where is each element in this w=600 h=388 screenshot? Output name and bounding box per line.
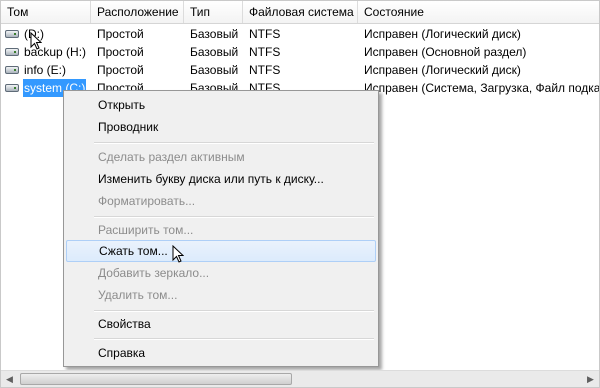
volume-cell: backup (H:) (1, 43, 91, 61)
menu-separator (94, 216, 374, 218)
menu-item-help[interactable]: Справка (66, 342, 376, 364)
volume-location: Простой (97, 45, 144, 59)
menu-item-format[interactable]: Форматировать... (66, 190, 376, 212)
volume-status: Исправен (Логический диск) (364, 63, 521, 77)
menu-separator (94, 310, 374, 312)
disk-management-window: Том Расположение Тип Файловая система Со… (0, 0, 600, 388)
column-header-volume[interactable]: Том (1, 1, 91, 23)
volume-row[interactable]: (D:) Простой Базовый NTFS Исправен (Логи… (1, 25, 599, 43)
volume-list-header: Том Расположение Тип Файловая система Со… (1, 1, 599, 24)
volume-type: Базовый (190, 45, 239, 59)
menu-item-extend-volume[interactable]: Расширить том... (66, 219, 376, 241)
menu-item-change-drive-letter[interactable]: Изменить букву диска или путь к диску... (66, 168, 376, 190)
volume-status: Исправен (Логический диск) (364, 27, 521, 41)
menu-item-explorer[interactable]: Проводник (66, 116, 376, 138)
context-menu: Открыть Проводник Сделать раздел активны… (63, 90, 379, 367)
volume-filesystem: NTFS (249, 63, 281, 77)
menu-item-properties[interactable]: Свойства (66, 313, 376, 335)
disk-icon (5, 84, 19, 92)
volume-cell: info (E:) (1, 61, 91, 79)
volume-type: Базовый (190, 27, 239, 41)
volume-type: Базовый (190, 63, 239, 77)
volume-cell: (D:) (1, 25, 91, 43)
volume-location: Простой (97, 27, 144, 41)
column-header-status[interactable]: Состояние (358, 1, 599, 23)
menu-item-open[interactable]: Открыть (66, 94, 376, 116)
disk-icon (5, 30, 19, 38)
mouse-cursor-icon (30, 32, 42, 50)
mouse-cursor-icon (172, 245, 184, 263)
volume-filesystem: NTFS (249, 45, 281, 59)
column-header-filesystem[interactable]: Файловая система (243, 1, 358, 23)
scrollbar-thumb[interactable] (20, 373, 292, 385)
horizontal-scrollbar[interactable]: ◀ ▶ (1, 370, 599, 387)
volume-row[interactable]: info (E:) Простой Базовый NTFS Исправен … (1, 61, 599, 79)
column-header-type[interactable]: Тип (184, 1, 243, 23)
menu-item-add-mirror[interactable]: Добавить зеркало... (66, 262, 376, 284)
volume-status: Исправен (Основной раздел) (364, 45, 527, 59)
column-header-location[interactable]: Расположение (91, 1, 184, 23)
volume-status: Исправен (Система, Загрузка, Файл подкач (364, 81, 599, 95)
volume-list: (D:) Простой Базовый NTFS Исправен (Логи… (1, 25, 599, 97)
menu-item-shrink-volume[interactable]: Сжать том... (66, 240, 376, 262)
menu-separator (94, 142, 374, 144)
menu-separator (94, 338, 374, 340)
volume-row[interactable]: backup (H:) Простой Базовый NTFS Исправе… (1, 43, 599, 61)
volume-name: info (E:) (24, 63, 67, 77)
disk-icon (5, 66, 19, 74)
menu-item-delete-volume[interactable]: Удалить том... (66, 284, 376, 306)
volume-filesystem: NTFS (249, 27, 281, 41)
disk-icon (5, 48, 19, 56)
scroll-right-icon[interactable]: ▶ (582, 371, 599, 387)
scroll-left-icon[interactable]: ◀ (1, 371, 18, 387)
menu-item-mark-active[interactable]: Сделать раздел активным (66, 146, 376, 168)
volume-location: Простой (97, 63, 144, 77)
